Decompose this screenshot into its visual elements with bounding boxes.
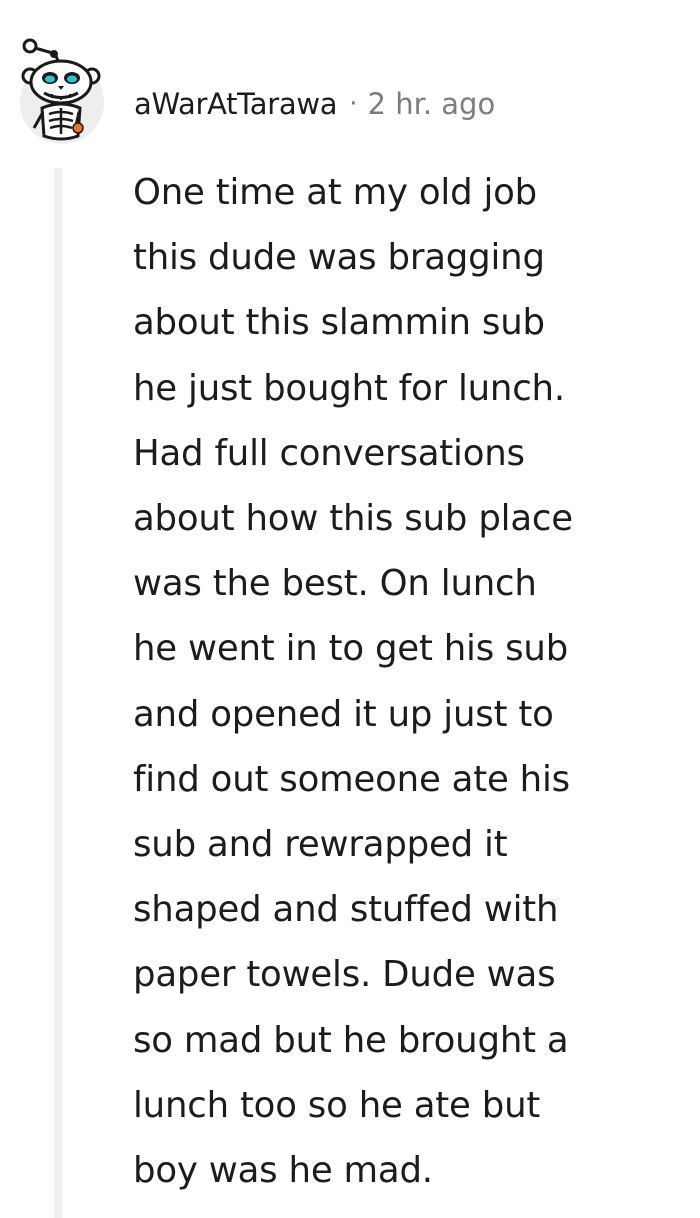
comment-body: One time at my old job this dude was bra… — [133, 172, 573, 1192]
timestamp[interactable]: 2 hr. ago — [368, 87, 496, 121]
comment: aWarAtTarawa · 2 hr. ago One time at my … — [0, 0, 700, 1218]
thread-collapse-line[interactable] — [54, 168, 62, 1218]
avatar[interactable] — [16, 36, 108, 144]
comment-header: aWarAtTarawa · 2 hr. ago — [134, 80, 495, 128]
username[interactable]: aWarAtTarawa — [134, 87, 338, 121]
meta-separator: · — [349, 89, 358, 119]
skeleton-snoo-avatar-icon — [20, 38, 104, 144]
